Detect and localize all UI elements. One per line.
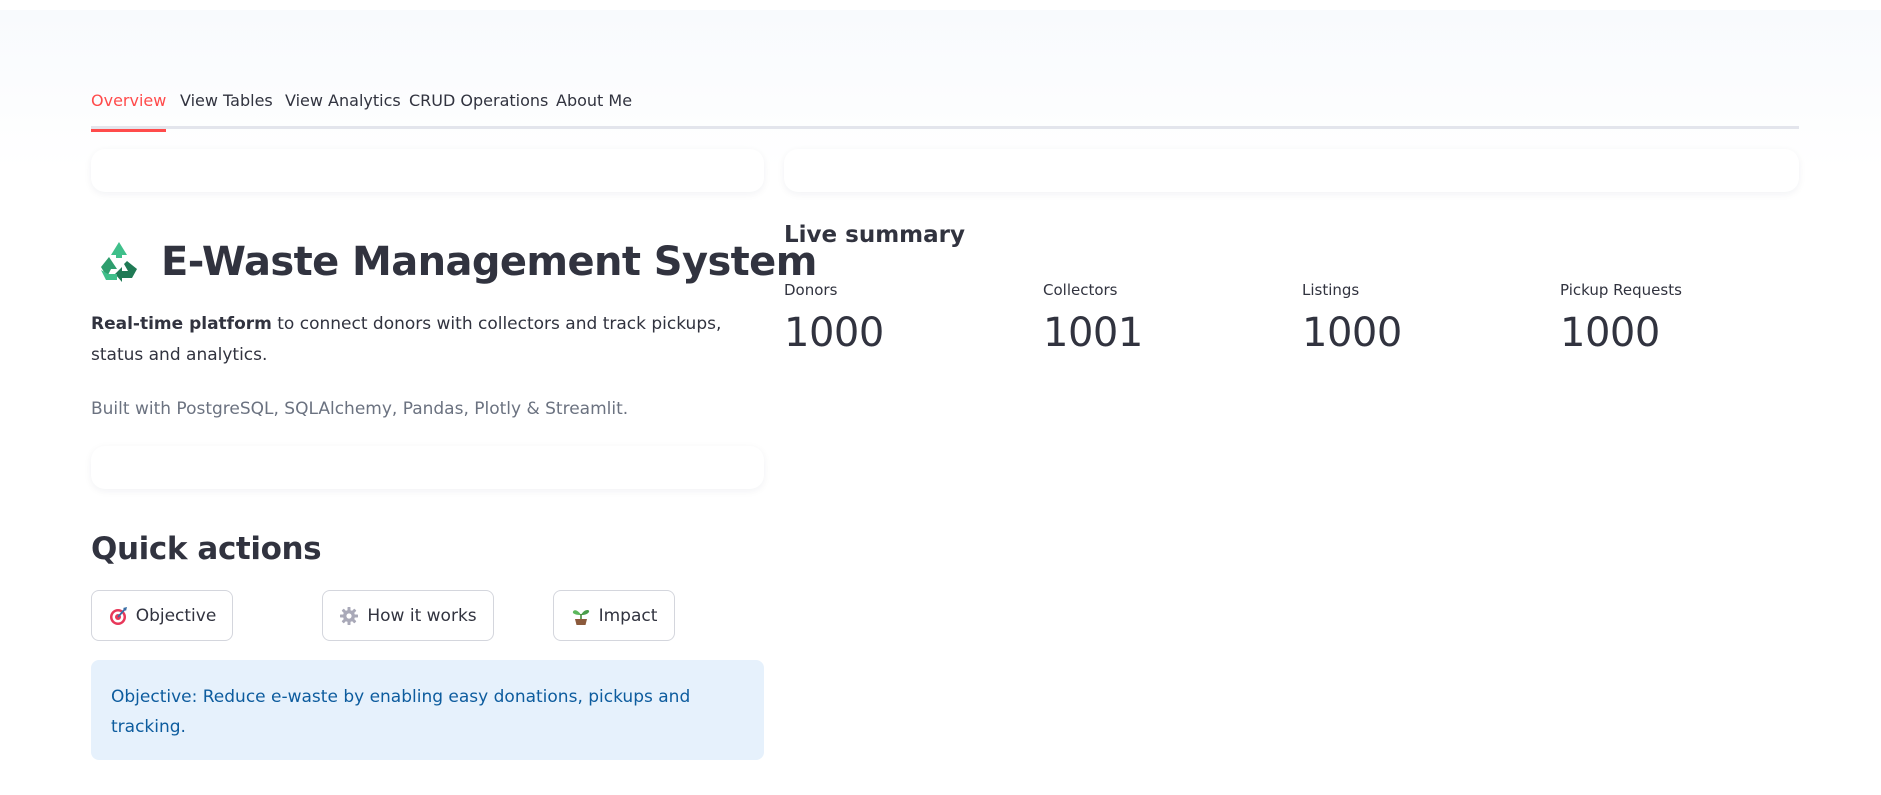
quick-actions-heading: Quick actions: [91, 531, 322, 567]
page-title: E-Waste Management System: [161, 239, 817, 285]
metric-pickup-requests: Pickup Requests 1000: [1560, 279, 1800, 361]
metric-donors: Donors 1000: [784, 279, 1024, 361]
metric-value: 1001: [1043, 310, 1143, 356]
metric-listings: Listings 1000: [1302, 279, 1542, 361]
left-top-card: [91, 149, 764, 192]
tab-crud-operations[interactable]: CRUD Operations: [409, 84, 548, 129]
metric-label: Listings: [1302, 281, 1360, 299]
target-icon: [109, 606, 127, 625]
metric-label: Pickup Requests: [1560, 281, 1682, 299]
hero-title-row: E-Waste Management System: [91, 234, 817, 290]
live-summary-heading: Live summary: [784, 222, 965, 248]
objective-info-box: Objective: Reduce e-waste by enabling ea…: [91, 660, 764, 760]
left-middle-card: [91, 446, 764, 489]
tab-about-me[interactable]: About Me: [556, 84, 632, 129]
metric-value: 1000: [784, 310, 884, 356]
objective-info-text: Objective: Reduce e-waste by enabling ea…: [111, 687, 691, 737]
built-with-text: Built with PostgreSQL, SQLAlchemy, Panda…: [91, 399, 629, 419]
tab-view-tables[interactable]: View Tables: [180, 84, 273, 129]
hero-description: Real-time platform to connect donors wit…: [91, 309, 771, 371]
tab-view-analytics[interactable]: View Analytics: [285, 84, 401, 129]
seedling-icon: [572, 609, 589, 625]
gear-icon: [340, 606, 359, 625]
how-it-works-button-label: How it works: [367, 605, 477, 626]
objective-button-label: Objective: [135, 605, 217, 626]
recycle-icon: [101, 242, 137, 282]
metric-collectors: Collectors 1001: [1043, 279, 1283, 361]
tab-overview[interactable]: Overview: [91, 84, 167, 132]
right-top-card: [784, 149, 1799, 192]
description-bold: Real-time platform: [91, 314, 272, 334]
objective-button[interactable]: Objective: [91, 590, 233, 641]
top-strip: [0, 0, 1881, 10]
metric-value: 1000: [1302, 310, 1402, 356]
metric-label: Collectors: [1043, 281, 1118, 299]
impact-button-label: Impact: [598, 605, 658, 626]
how-it-works-button[interactable]: How it works: [322, 590, 494, 641]
tab-bar: Overview View Tables View Analytics CRUD…: [91, 84, 1799, 132]
impact-button[interactable]: Impact: [553, 590, 675, 641]
metric-value: 1000: [1560, 310, 1660, 356]
metric-label: Donors: [784, 281, 838, 299]
